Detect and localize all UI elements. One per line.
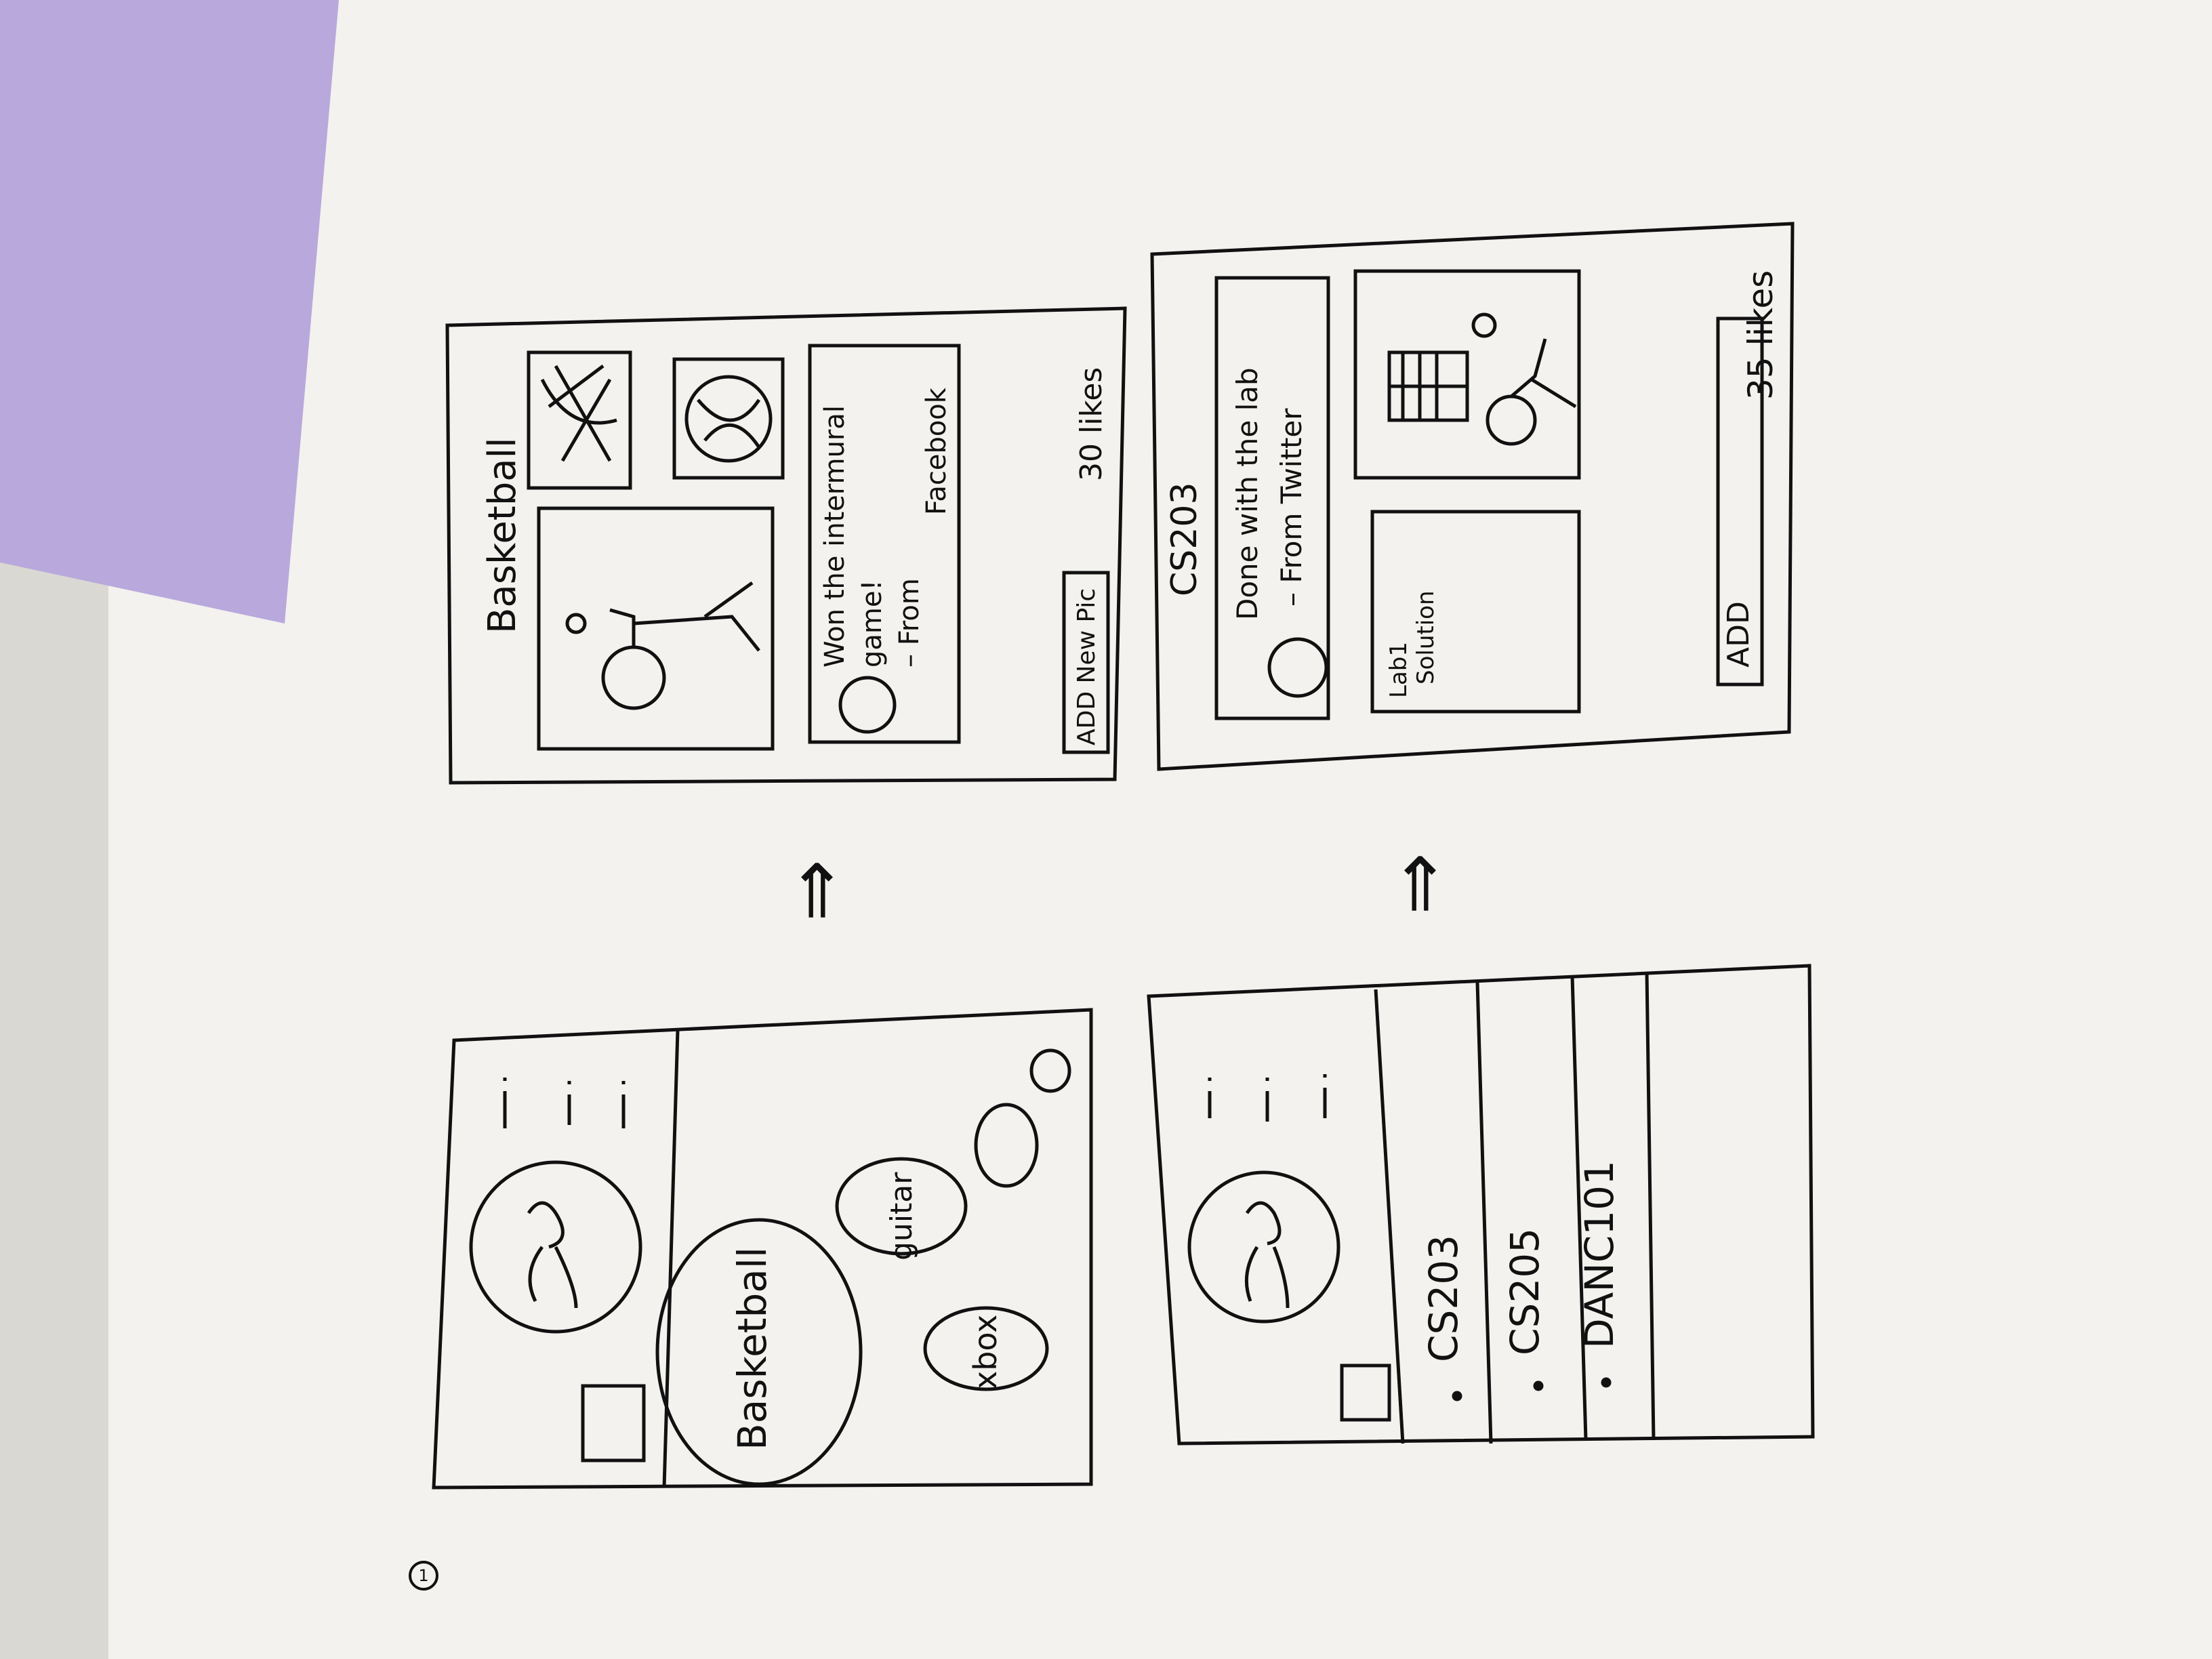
transition-arrow-top: ⇒ [771,859,858,922]
bullet-3 [1601,1377,1612,1388]
bubble-label-guitar[interactable]: guitar [884,1172,919,1261]
course-item-1[interactable]: CS203 [1420,1235,1467,1362]
bubble-label-xbox[interactable]: xbox [967,1315,1004,1389]
bullet-1 [1452,1391,1462,1401]
add-new-pic-button[interactable]: ADD New Pic [1073,588,1101,745]
sticky-note [0,0,339,623]
course-title: CS203 [1164,482,1205,596]
bullet-2 [1533,1380,1544,1391]
paper-sheet [108,0,2212,1659]
add-button[interactable]: ADD [1721,601,1756,668]
file-label-line-1: Lab1 [1385,642,1412,698]
course-item-3[interactable]: DANC101 [1576,1160,1622,1349]
likes-count: 30 likes [1074,367,1109,481]
post-source-line-1: – From [894,578,925,668]
transition-arrow-bottom: ⇒ [1374,853,1461,915]
hobby-title: Basketball [480,437,525,634]
post-text-line-2: game! [857,579,888,668]
post-source: – From Twitter [1275,408,1308,607]
sketch-photo: 1 Basketball guitar xbox ⇒ Basketball Wo… [0,0,2212,1659]
post-source-line-2: Facebook [921,387,952,515]
post-text-line-1: Won the intermural [819,405,851,668]
bubble-label-basketball[interactable]: Basketball [729,1247,775,1450]
likes-count: 35 likes [1741,270,1780,400]
file-label-line-2: Solution [1412,590,1439,684]
page-number-text: 1 [418,1566,428,1585]
post-text: Done with the lab [1231,367,1264,620]
course-item-2[interactable]: CS205 [1502,1228,1548,1355]
